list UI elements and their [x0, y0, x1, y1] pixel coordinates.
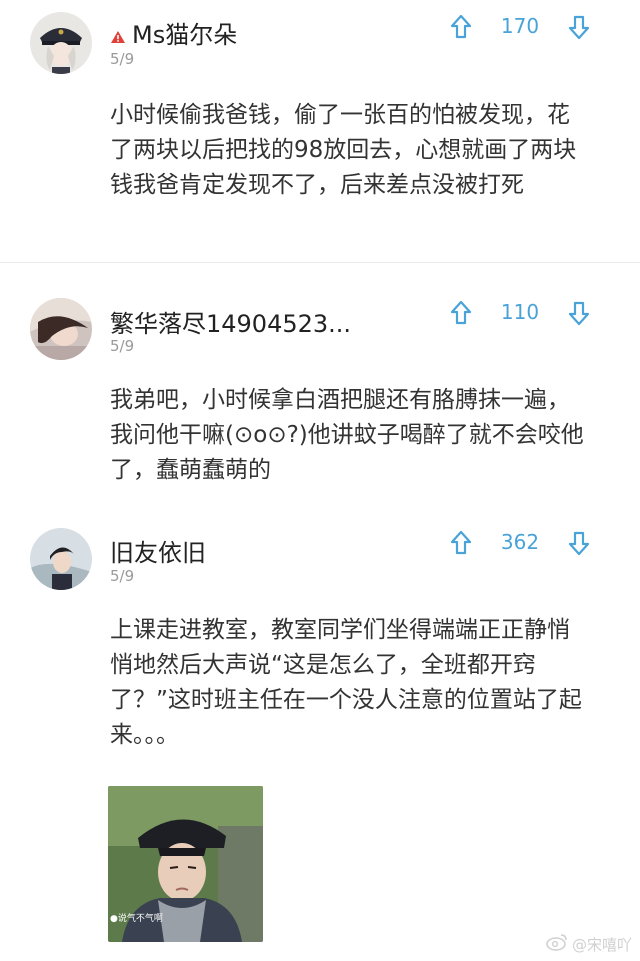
vote-control: 362	[450, 528, 590, 558]
weibo-watermark: @宋嘻吖	[546, 933, 632, 955]
vote-count: 110	[500, 300, 540, 324]
vote-count: 170	[500, 14, 540, 38]
attached-photo[interactable]: ●说气不气啊	[108, 786, 263, 942]
username[interactable]: 旧友依旧	[110, 533, 206, 568]
comment-date: 5/9	[110, 50, 135, 68]
warning-badge-icon	[110, 22, 126, 50]
vote-control: 110	[450, 298, 590, 328]
downvote-arrow-icon[interactable]	[568, 300, 590, 326]
upvote-arrow-icon[interactable]	[450, 530, 472, 556]
downvote-arrow-icon[interactable]	[568, 14, 590, 40]
avatar[interactable]	[30, 528, 92, 590]
vote-control: 170	[450, 12, 590, 42]
username[interactable]: Ms猫尔朵	[110, 15, 237, 50]
upvote-arrow-icon[interactable]	[450, 300, 472, 326]
comment-text: 我弟吧，小时候拿白酒把腿还有胳膊抹一遍，我问他干嘛(⊙o⊙?)他讲蚊子喝醉了就不…	[110, 387, 584, 483]
comment-date: 5/9	[110, 567, 135, 585]
weibo-logo-icon	[546, 933, 568, 955]
upvote-arrow-icon[interactable]	[450, 14, 472, 40]
vote-count: 362	[500, 530, 540, 554]
avatar[interactable]	[30, 298, 92, 360]
divider	[0, 262, 640, 263]
username[interactable]: 繁华落尽14904523...	[110, 304, 351, 339]
watermark-text: @宋嘻吖	[571, 935, 632, 954]
downvote-arrow-icon[interactable]	[568, 530, 590, 556]
comment-text: 上课走进教室，教室同学们坐得端端正正静悄悄地然后大声说“这是怎么了，全班都开窍了…	[110, 617, 582, 748]
avatar[interactable]	[30, 12, 92, 74]
comment-1: Ms猫尔朵 5/9 170 小时候偷我爸钱，偷了一张百的怕被发现，花了两块以后把…	[0, 0, 640, 262]
comment-date: 5/9	[110, 337, 135, 355]
photo-caption: ●说气不气啊	[110, 914, 163, 924]
comment-text: 小时候偷我爸钱，偷了一张百的怕被发现，花了两块以后把找的98放回去，心想就画了两…	[110, 102, 577, 198]
username-text: Ms猫尔朵	[132, 21, 238, 49]
